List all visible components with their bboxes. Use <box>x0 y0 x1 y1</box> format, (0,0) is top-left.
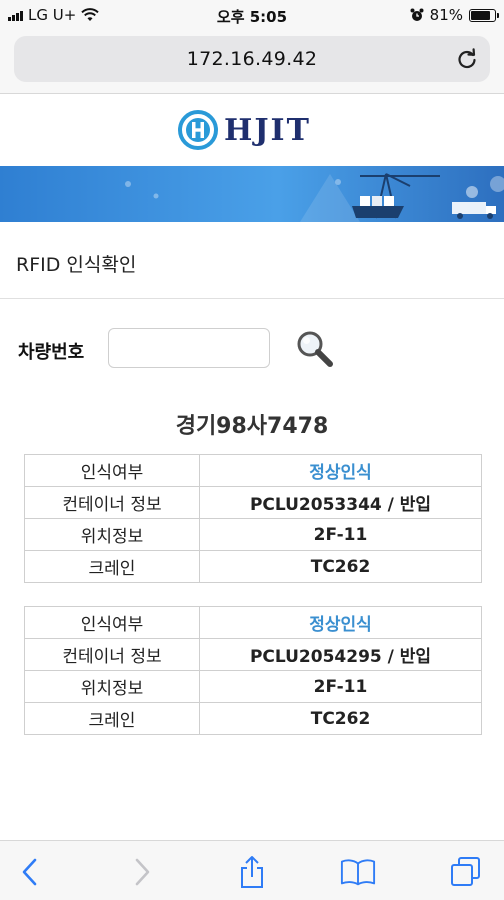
magnifier-icon <box>297 331 333 367</box>
alarm-icon <box>410 8 424 21</box>
recognition-label: 인식여부 <box>24 454 200 487</box>
banner-image <box>0 166 504 222</box>
status-left: LG U+ <box>8 6 99 24</box>
recognition-status: 정상인식 <box>199 454 482 487</box>
wifi-icon <box>81 8 99 21</box>
table-row: 인식여부 정상인식 <box>24 454 482 487</box>
status-right: 81% <box>410 6 499 24</box>
recognition-status: 정상인식 <box>199 606 482 639</box>
signal-icon <box>8 9 23 21</box>
divider <box>0 298 504 299</box>
site-logo[interactable]: HJIT <box>178 110 311 150</box>
search-button[interactable] <box>294 328 334 368</box>
container-value: PCLU2053344 / 반입 <box>199 486 482 519</box>
share-button[interactable] <box>234 855 270 889</box>
container-label: 컨테이너 정보 <box>24 638 200 671</box>
back-button[interactable] <box>12 855 48 889</box>
location-label: 위치정보 <box>24 670 200 703</box>
chevron-right-icon <box>135 858 150 886</box>
battery-percent: 81% <box>429 6 463 24</box>
table-row: 크레인 TC262 <box>24 702 482 735</box>
logo-text: HJIT <box>224 112 311 148</box>
url-text[interactable]: 172.16.49.42 <box>14 48 490 70</box>
carrier-label: LG U+ <box>28 6 77 24</box>
address-bar[interactable]: 172.16.49.42 <box>14 36 490 82</box>
chevron-left-icon <box>22 858 37 886</box>
table-row: 컨테이너 정보 PCLU2054295 / 반입 <box>24 638 482 671</box>
tabs-button[interactable] <box>448 855 484 889</box>
vehicle-number-input[interactable] <box>108 328 270 368</box>
table-row: 위치정보 2F-11 <box>24 670 482 703</box>
crane-label: 크레인 <box>24 702 200 735</box>
book-icon <box>340 859 376 886</box>
site-header: HJIT <box>0 94 504 166</box>
tabs-icon <box>451 857 480 886</box>
rfid-record-table: 인식여부 정상인식 컨테이너 정보 PCLU2054295 / 반입 위치정보 … <box>24 606 482 735</box>
table-row: 위치정보 2F-11 <box>24 518 482 551</box>
table-row: 인식여부 정상인식 <box>24 606 482 639</box>
hjit-emblem-icon <box>178 110 218 150</box>
vehicle-number-label: 차량번호 <box>18 342 85 363</box>
port-illustration <box>125 173 504 222</box>
battery-icon <box>469 8 499 22</box>
location-value: 2F-11 <box>199 518 482 551</box>
bookmarks-button[interactable] <box>340 855 376 889</box>
container-value: PCLU2054295 / 반입 <box>199 638 482 671</box>
crane-value: TC262 <box>199 702 482 735</box>
forward-button[interactable] <box>124 855 160 889</box>
share-icon <box>241 856 263 888</box>
location-value: 2F-11 <box>199 670 482 703</box>
browser-address-area: 172.16.49.42 <box>0 30 504 94</box>
status-bar: LG U+ 오후 5:05 81% <box>0 0 504 30</box>
reload-icon[interactable] <box>456 48 478 70</box>
page-title: RFID 인식확인 <box>16 254 137 276</box>
table-row: 크레인 TC262 <box>24 550 482 583</box>
recognition-label: 인식여부 <box>24 606 200 639</box>
crane-value: TC262 <box>199 550 482 583</box>
vehicle-plate: 경기98사7478 <box>175 414 329 439</box>
container-label: 컨테이너 정보 <box>24 486 200 519</box>
rfid-record-table: 인식여부 정상인식 컨테이너 정보 PCLU2053344 / 반입 위치정보 … <box>24 454 482 583</box>
browser-toolbar <box>0 840 504 900</box>
location-label: 위치정보 <box>24 518 200 551</box>
table-row: 컨테이너 정보 PCLU2053344 / 반입 <box>24 486 482 519</box>
crane-label: 크레인 <box>24 550 200 583</box>
